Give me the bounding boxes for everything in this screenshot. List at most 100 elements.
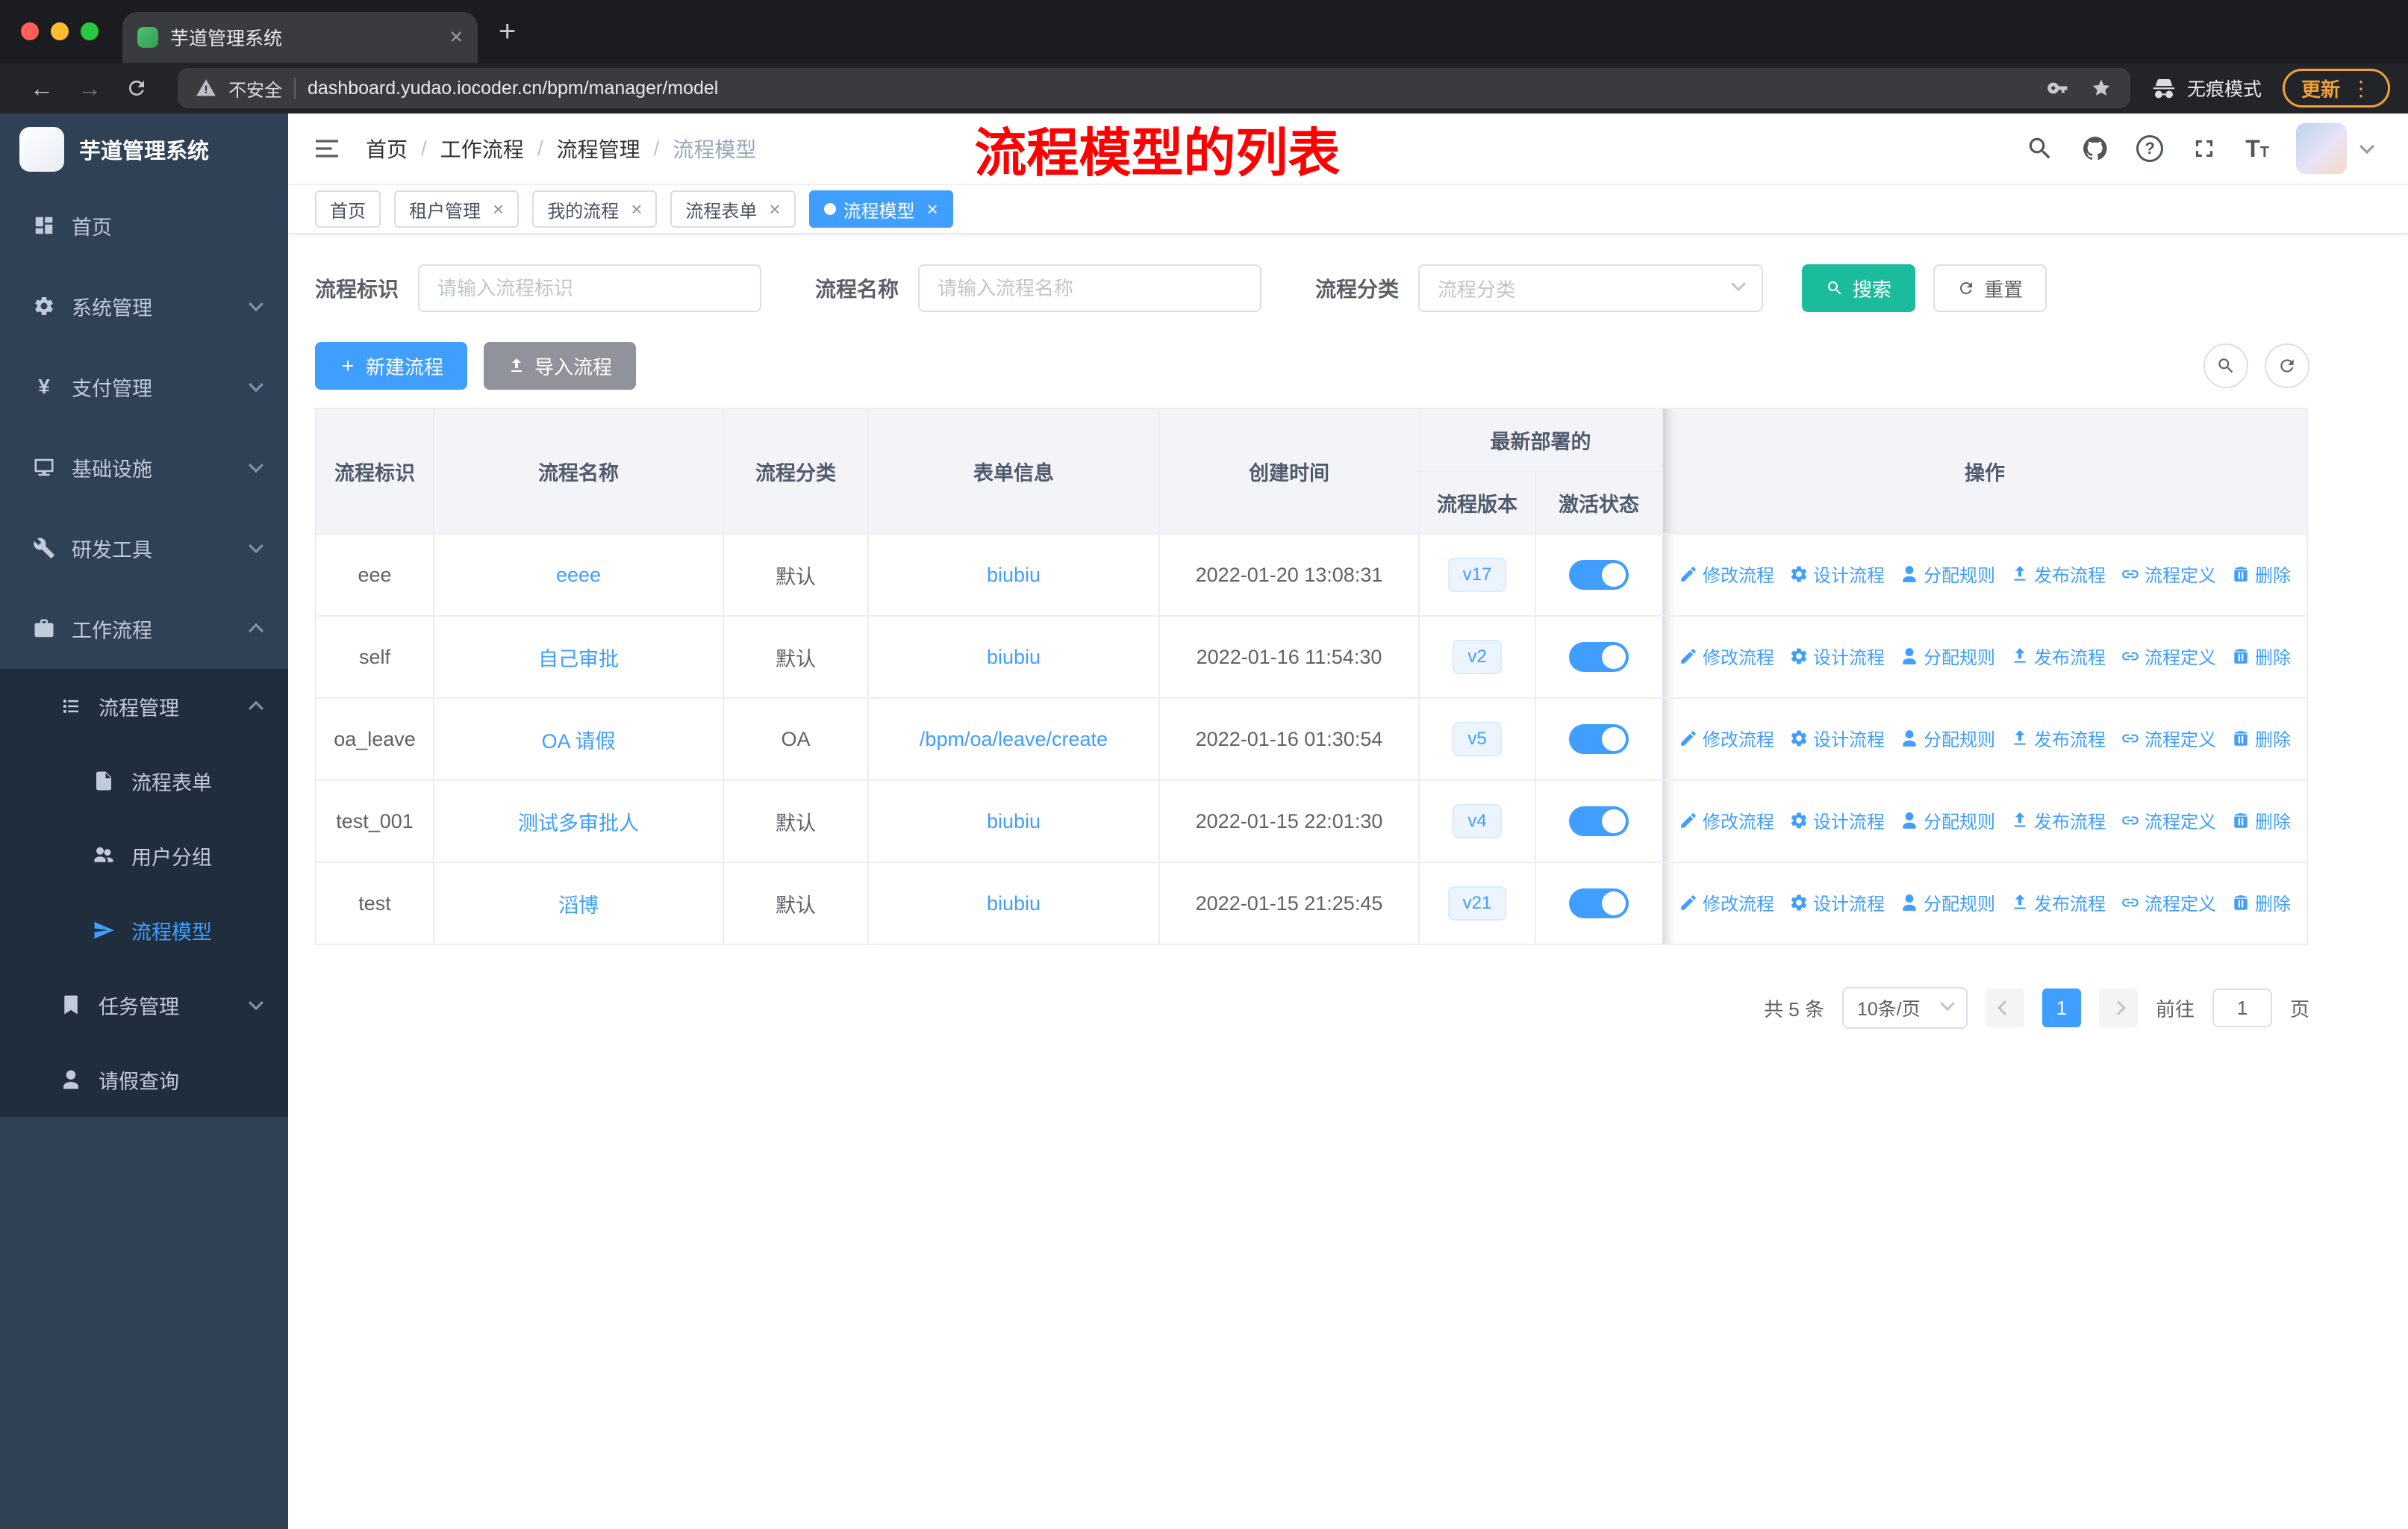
flow-name-link[interactable]: 自己审批 bbox=[538, 648, 619, 670]
update-button[interactable]: 更新 ⋮ bbox=[2282, 69, 2390, 108]
form-info-link[interactable]: /bpm/oa/leave/create bbox=[920, 728, 1108, 750]
prev-page-button[interactable] bbox=[1985, 988, 2024, 1027]
op-assign-rule[interactable]: 分配规则 bbox=[1900, 889, 1995, 915]
op-delete-flow[interactable]: 删除 bbox=[2231, 643, 2291, 669]
close-icon[interactable]: × bbox=[769, 199, 780, 219]
flow-name-link[interactable]: eeee bbox=[556, 564, 601, 586]
view-tab-flow-form[interactable]: 流程表单 × bbox=[670, 190, 796, 228]
refresh-table-button[interactable] bbox=[2265, 343, 2309, 388]
flow-name-link[interactable]: OA 请假 bbox=[541, 730, 615, 753]
help-icon[interactable]: ? bbox=[2136, 135, 2164, 162]
close-icon[interactable]: × bbox=[631, 199, 642, 219]
view-tab-my-flow[interactable]: 我的流程 × bbox=[532, 190, 658, 228]
sidebar-item-user-group[interactable]: 用户分组 bbox=[0, 818, 288, 893]
back-button[interactable]: ← bbox=[30, 75, 54, 102]
active-toggle[interactable] bbox=[1569, 560, 1629, 590]
form-info-link[interactable]: biubiu bbox=[987, 810, 1041, 832]
active-toggle[interactable] bbox=[1569, 642, 1629, 672]
op-flow-definition[interactable]: 流程定义 bbox=[2121, 807, 2216, 833]
github-icon[interactable] bbox=[2081, 134, 2109, 163]
filter-category-select[interactable]: 流程分类 bbox=[1418, 264, 1764, 312]
op-flow-definition[interactable]: 流程定义 bbox=[2121, 643, 2216, 669]
op-edit-flow[interactable]: 修改流程 bbox=[1679, 561, 1774, 587]
breadcrumb-item[interactable]: 首页 bbox=[366, 134, 408, 164]
op-delete-flow[interactable]: 删除 bbox=[2231, 725, 2291, 751]
font-size-icon[interactable]: TT bbox=[2245, 137, 2269, 161]
sidebar-item-leave-query[interactable]: 请假查询 bbox=[0, 1042, 288, 1117]
security-label[interactable]: 不安全 bbox=[228, 75, 282, 102]
op-publish-flow[interactable]: 发布流程 bbox=[2010, 561, 2106, 587]
op-assign-rule[interactable]: 分配规则 bbox=[1900, 643, 1995, 669]
close-icon[interactable]: × bbox=[493, 199, 504, 219]
active-toggle[interactable] bbox=[1569, 724, 1629, 754]
op-edit-flow[interactable]: 修改流程 bbox=[1679, 807, 1774, 833]
op-design-flow[interactable]: 设计流程 bbox=[1789, 725, 1885, 751]
next-page-button[interactable] bbox=[2098, 988, 2138, 1027]
browser-menu-icon[interactable]: ⋮ bbox=[2351, 76, 2371, 101]
sidebar-item-infra[interactable]: 基础设施 bbox=[0, 427, 288, 508]
menu-fold-icon[interactable] bbox=[312, 134, 342, 164]
fullscreen-icon[interactable] bbox=[2190, 134, 2218, 163]
view-tab-home[interactable]: 首页 bbox=[315, 190, 381, 228]
search-button[interactable]: 搜索 bbox=[1802, 264, 1916, 312]
sidebar-item-system[interactable]: 系统管理 bbox=[0, 266, 288, 346]
op-assign-rule[interactable]: 分配规则 bbox=[1900, 725, 1995, 751]
sidebar-item-home[interactable]: 首页 bbox=[0, 185, 288, 266]
sidebar-item-process-mgmt[interactable]: 流程管理 bbox=[0, 669, 288, 744]
form-info-link[interactable]: biubiu bbox=[987, 646, 1041, 668]
window-minimize-button[interactable] bbox=[51, 22, 69, 40]
form-info-link[interactable]: biubiu bbox=[987, 892, 1041, 915]
bookmark-star-icon[interactable] bbox=[2090, 77, 2112, 99]
flow-name-link[interactable]: 滔博 bbox=[558, 894, 599, 917]
op-flow-definition[interactable]: 流程定义 bbox=[2121, 725, 2216, 751]
reload-button[interactable] bbox=[125, 77, 148, 99]
flow-name-link[interactable]: 测试多审批人 bbox=[518, 812, 639, 835]
window-close-button[interactable] bbox=[21, 22, 39, 40]
sidebar-item-task-mgmt[interactable]: 任务管理 bbox=[0, 968, 288, 1042]
create-flow-button[interactable]: 新建流程 bbox=[315, 342, 468, 390]
forward-button[interactable]: → bbox=[78, 75, 102, 102]
op-design-flow[interactable]: 设计流程 bbox=[1789, 807, 1885, 833]
op-flow-definition[interactable]: 流程定义 bbox=[2121, 889, 2216, 915]
import-flow-button[interactable]: 导入流程 bbox=[484, 342, 637, 390]
op-publish-flow[interactable]: 发布流程 bbox=[2010, 725, 2106, 751]
reset-button[interactable]: 重置 bbox=[1933, 264, 2047, 312]
op-publish-flow[interactable]: 发布流程 bbox=[2010, 807, 2106, 833]
page-number-button[interactable]: 1 bbox=[2042, 988, 2081, 1027]
new-tab-button[interactable]: + bbox=[499, 15, 516, 49]
toggle-search-button[interactable] bbox=[2203, 343, 2248, 388]
goto-page-input[interactable] bbox=[2212, 988, 2272, 1027]
op-delete-flow[interactable]: 删除 bbox=[2231, 561, 2291, 587]
form-info-link[interactable]: biubiu bbox=[987, 564, 1041, 586]
user-avatar[interactable] bbox=[2296, 123, 2347, 174]
close-icon[interactable]: × bbox=[927, 199, 938, 219]
op-edit-flow[interactable]: 修改流程 bbox=[1679, 889, 1774, 915]
sidebar-item-workflow[interactable]: 工作流程 bbox=[0, 588, 288, 669]
filter-key-input[interactable] bbox=[418, 264, 762, 312]
op-assign-rule[interactable]: 分配规则 bbox=[1900, 561, 1995, 587]
page-size-select[interactable]: 10条/页 bbox=[1841, 987, 1968, 1029]
url-text[interactable]: dashboard.yudao.iocoder.cn/bpm/manager/m… bbox=[308, 78, 2026, 99]
window-zoom-button[interactable] bbox=[81, 22, 99, 40]
op-design-flow[interactable]: 设计流程 bbox=[1789, 561, 1885, 587]
op-delete-flow[interactable]: 删除 bbox=[2231, 807, 2291, 833]
op-design-flow[interactable]: 设计流程 bbox=[1789, 889, 1885, 915]
filter-name-input[interactable] bbox=[918, 264, 1262, 312]
sidebar-item-devtools[interactable]: 研发工具 bbox=[0, 508, 288, 588]
op-flow-definition[interactable]: 流程定义 bbox=[2121, 561, 2216, 587]
browser-tab[interactable]: 芋道管理系统 × bbox=[122, 12, 478, 63]
op-publish-flow[interactable]: 发布流程 bbox=[2010, 889, 2106, 915]
op-publish-flow[interactable]: 发布流程 bbox=[2010, 643, 2106, 669]
op-assign-rule[interactable]: 分配规则 bbox=[1900, 807, 1995, 833]
search-icon[interactable] bbox=[2026, 134, 2054, 163]
breadcrumb-item[interactable]: 流程管理 bbox=[557, 134, 640, 164]
sidebar-item-process-form[interactable]: 流程表单 bbox=[0, 744, 288, 818]
password-key-icon[interactable] bbox=[2047, 77, 2069, 99]
op-delete-flow[interactable]: 删除 bbox=[2231, 889, 2291, 915]
op-edit-flow[interactable]: 修改流程 bbox=[1679, 643, 1774, 669]
view-tab-tenant[interactable]: 租户管理 × bbox=[394, 190, 520, 228]
view-tab-flow-model[interactable]: 流程模型 × bbox=[808, 190, 953, 228]
breadcrumb-item[interactable]: 工作流程 bbox=[440, 134, 524, 164]
op-design-flow[interactable]: 设计流程 bbox=[1789, 643, 1885, 669]
active-toggle[interactable] bbox=[1569, 888, 1629, 918]
